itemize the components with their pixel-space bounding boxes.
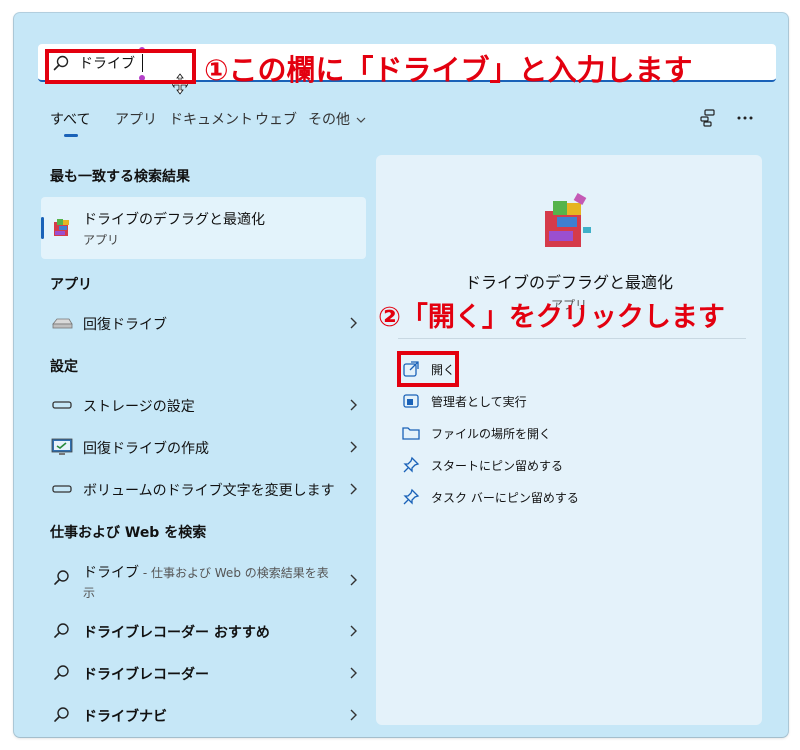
chevron-down-icon (357, 117, 366, 123)
action-label: スタートにピン留めする (431, 459, 564, 473)
device-link-icon[interactable] (700, 109, 718, 127)
action-label: 管理者として実行 (431, 395, 527, 409)
web-result-suffix: - 仕事および Web の検索結果を表 (139, 566, 329, 580)
defrag-app-large-icon (545, 193, 591, 247)
web-result-label: ドライブ - 仕事および Web の検索結果を表 (83, 562, 329, 582)
best-match-title: ドライブのデフラグと最適化 (83, 212, 265, 228)
preview-app-title: ドライブのデフラグと最適化 (464, 273, 673, 292)
action-pin-to-taskbar[interactable]: タスク バーにピン留めする (402, 483, 602, 511)
best-match-heading: 最も一致する検索結果 (50, 169, 190, 185)
search-icon (54, 570, 69, 585)
selected-indicator (41, 217, 44, 239)
tab-more-label: その他 (308, 112, 350, 128)
action-label: タスク バーにピン留めする (431, 491, 579, 505)
monitor-check-icon (51, 438, 73, 455)
folder-icon (402, 427, 420, 440)
web-result-term: ドライブ (83, 565, 139, 581)
tab-more[interactable]: その他 (308, 109, 366, 129)
active-tab-indicator (64, 134, 78, 137)
list-item-storage-settings[interactable]: ストレージの設定 (41, 387, 366, 423)
more-options-icon[interactable] (737, 116, 753, 120)
divider (398, 338, 746, 339)
list-item-label: ドライブナビ (83, 709, 167, 725)
list-item-label: 回復ドライブ (83, 317, 167, 333)
list-item-label: ドライブレコーダー (83, 667, 209, 683)
list-item-label: ドライブレコーダー おすすめ (83, 625, 270, 641)
chevron-right-icon (350, 625, 357, 637)
list-item-web-result[interactable]: ドライブナビ (41, 697, 366, 733)
web-search-heading: 仕事および Web を検索 (50, 525, 207, 541)
chevron-right-icon (350, 667, 357, 679)
tab-web[interactable]: ウェブ (255, 109, 297, 129)
preview-pane: ドライブのデフラグと最適化 アプリ 開く 管理者として実行 ファイルの場所を開く (376, 155, 762, 725)
list-item-create-recovery-drive[interactable]: 回復ドライブの作成 (41, 429, 366, 465)
drive-icon (52, 318, 73, 329)
action-open-file-location[interactable]: ファイルの場所を開く (402, 419, 602, 447)
pin-icon (403, 488, 420, 505)
search-icon (54, 665, 69, 680)
tab-all[interactable]: すべて (50, 109, 90, 129)
annotation-step1-text: ①この欄に「ドライブ」と入力します (204, 53, 693, 87)
search-icon (54, 623, 69, 638)
list-item-label: ストレージの設定 (83, 399, 195, 415)
web-result-line2: 示 (83, 586, 96, 600)
annotation-box-open (397, 351, 459, 387)
shield-admin-icon (403, 394, 419, 408)
storage-icon (52, 401, 72, 409)
chevron-right-icon (350, 317, 357, 329)
apps-heading: アプリ (50, 277, 92, 293)
list-item-change-drive-letter[interactable]: ボリュームのドライブ文字を変更します (41, 471, 366, 507)
annotation-box-search (45, 49, 196, 84)
search-panel: ドライブ ①この欄に「ドライブ」と入力します すべて アプリ ドキュメント ウェ… (14, 13, 788, 737)
action-run-as-admin[interactable]: 管理者として実行 (402, 387, 602, 415)
action-label: ファイルの場所を開く (431, 427, 552, 441)
chevron-right-icon (350, 441, 357, 453)
search-icon (54, 707, 69, 722)
settings-heading: 設定 (50, 359, 78, 375)
list-item-web-result[interactable]: ドライブレコーダー (41, 655, 366, 691)
defrag-app-icon (54, 219, 69, 236)
chevron-right-icon (350, 709, 357, 721)
storage-icon (52, 485, 72, 493)
chevron-right-icon (350, 399, 357, 411)
pin-icon (403, 456, 420, 473)
list-item-recovery-drive[interactable]: 回復ドライブ (41, 305, 366, 341)
chevron-right-icon (350, 574, 357, 586)
chevron-right-icon (350, 483, 357, 495)
tab-documents[interactable]: ドキュメント (169, 109, 253, 129)
list-item-web-result[interactable]: ドライブ - 仕事および Web の検索結果を表 示 (41, 555, 366, 605)
best-match-card[interactable]: ドライブのデフラグと最適化 アプリ (41, 197, 366, 259)
tab-apps[interactable]: アプリ (115, 109, 157, 129)
best-match-subtitle: アプリ (83, 233, 120, 247)
list-item-label: 回復ドライブの作成 (83, 441, 209, 457)
annotation-step2-text: ②「開く」をクリックします (378, 302, 725, 333)
action-pin-to-start[interactable]: スタートにピン留めする (402, 451, 602, 479)
list-item-web-result[interactable]: ドライブレコーダー おすすめ (41, 613, 366, 649)
list-item-label: ボリュームのドライブ文字を変更します (83, 483, 335, 499)
